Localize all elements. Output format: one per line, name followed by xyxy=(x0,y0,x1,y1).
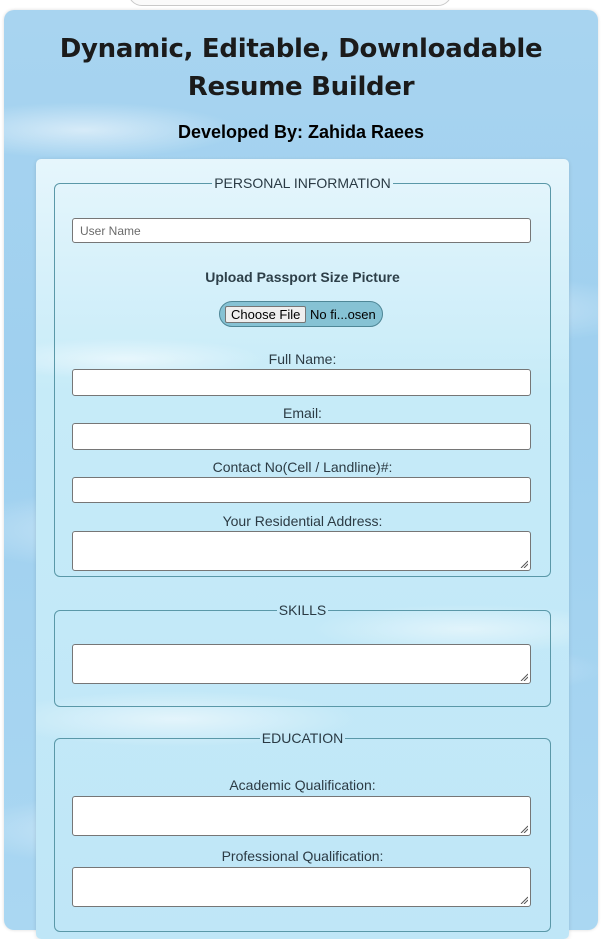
page-title: Dynamic, Editable, Downloadable Resume B… xyxy=(59,34,543,102)
resize-grip-icon[interactable] xyxy=(520,825,528,833)
file-status-text: No fi...osen xyxy=(310,307,376,322)
email-label: Email: xyxy=(283,405,322,421)
top-search-bar-edge xyxy=(128,0,452,6)
full-name-input[interactable] xyxy=(72,369,531,396)
page-background: Dynamic, Editable, Downloadable Resume B… xyxy=(4,10,598,939)
professional-qualification-label: Professional Qualification: xyxy=(221,848,384,864)
picture-file-input[interactable]: Choose File No fi...osen xyxy=(219,301,383,327)
contact-label: Contact No(Cell / Landline)#: xyxy=(212,459,393,475)
education-section: EDUCATION Academic Qualification: Profes… xyxy=(54,730,551,932)
username-input[interactable] xyxy=(72,218,531,243)
resize-grip-icon[interactable] xyxy=(520,560,528,568)
education-legend: EDUCATION xyxy=(261,730,344,746)
resize-grip-icon[interactable] xyxy=(520,896,528,904)
skills-textarea[interactable] xyxy=(72,644,531,684)
address-textarea[interactable] xyxy=(72,531,531,571)
resize-grip-icon[interactable] xyxy=(520,673,528,681)
professional-qualification-textarea[interactable] xyxy=(72,867,531,907)
upload-picture-label: Upload Passport Size Picture xyxy=(205,269,400,285)
personal-information-legend: PERSONAL INFORMATION xyxy=(214,175,391,191)
choose-file-button[interactable]: Choose File xyxy=(225,306,307,323)
personal-information-section: PERSONAL INFORMATION Upload Passport Siz… xyxy=(54,175,551,577)
contact-input[interactable] xyxy=(72,477,531,503)
email-input[interactable] xyxy=(72,423,531,450)
resume-form-card: PERSONAL INFORMATION Upload Passport Siz… xyxy=(36,159,569,939)
full-name-label: Full Name: xyxy=(268,351,337,367)
academic-qualification-label: Academic Qualification: xyxy=(229,777,376,793)
developer-credit: Developed By: Zahida Raees xyxy=(177,122,425,142)
address-label: Your Residential Address: xyxy=(222,513,383,529)
skills-legend: SKILLS xyxy=(278,602,327,618)
skills-section: SKILLS xyxy=(54,602,551,707)
academic-qualification-textarea[interactable] xyxy=(72,796,531,836)
